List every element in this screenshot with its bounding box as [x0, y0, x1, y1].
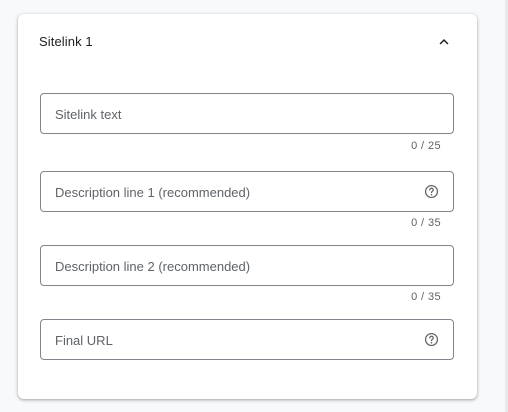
collapse-button[interactable] [430, 30, 458, 54]
chevron-up-icon [439, 39, 449, 45]
sitelink-text-counter: 0 / 25 [411, 140, 441, 152]
sitelink-card: Sitelink 1 Sitelink text 0 / 25 Descript… [18, 14, 477, 399]
page: Sitelink 1 Sitelink text 0 / 25 Descript… [0, 0, 508, 412]
card-header[interactable]: Sitelink 1 [18, 14, 477, 70]
card-title: Sitelink 1 [39, 34, 93, 49]
description-line-2-field[interactable]: Description line 2 (recommended) [40, 245, 454, 286]
description-line-1-field[interactable]: Description line 1 (recommended) [40, 171, 454, 212]
help-icon[interactable] [424, 332, 439, 347]
final-url-field[interactable]: Final URL [40, 319, 454, 360]
description-line-1-counter: 0 / 35 [411, 217, 441, 229]
sitelink-text-field[interactable]: Sitelink text [40, 93, 454, 134]
description-line-2-counter: 0 / 35 [411, 291, 441, 303]
final-url-placeholder: Final URL [55, 333, 113, 348]
sitelink-text-placeholder: Sitelink text [55, 107, 122, 122]
description-line-2-placeholder: Description line 2 (recommended) [55, 259, 251, 274]
help-icon[interactable] [424, 184, 439, 199]
description-line-1-placeholder: Description line 1 (recommended) [55, 185, 251, 200]
